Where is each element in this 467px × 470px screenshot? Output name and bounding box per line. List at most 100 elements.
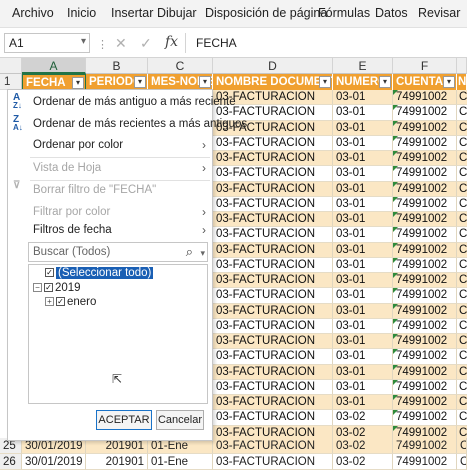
row-number[interactable]: 26 (0, 454, 22, 470)
table-cell[interactable]: 03-01 (333, 151, 393, 167)
table-cell[interactable]: 03-FACTURACION (213, 364, 333, 380)
menu-item-sort-by-color[interactable]: Ordenar por color › (8, 135, 212, 155)
menu-item-sort-descending[interactable]: Z A↓ Ordenar de más recientes a más antig… (8, 114, 247, 134)
header-cell-truncated[interactable]: N (457, 74, 467, 90)
table-cell[interactable]: 03-01 (333, 181, 393, 197)
tab-disposicion[interactable]: Disposición de página (205, 6, 327, 20)
table-cell[interactable]: 74991002 (393, 318, 457, 334)
table-cell[interactable]: 03-FACTURACION (213, 242, 333, 258)
filter-dropdown-icon[interactable]: ▾ (319, 76, 331, 88)
tab-inicio[interactable]: Inicio (67, 6, 96, 20)
header-cell-mes-nombre[interactable]: MES-NOMB ▾ (148, 74, 213, 90)
header-cell-fecha[interactable]: FECHA ▾ (22, 74, 86, 90)
table-cell[interactable]: 03-FACTURACION (213, 318, 333, 334)
header-cell-numero[interactable]: NUMERO ▾ (333, 74, 393, 90)
table-cell[interactable]: CO (457, 166, 467, 182)
table-cell[interactable]: 74991002 (393, 303, 457, 319)
filter-dropdown-icon[interactable]: ▾ (199, 76, 211, 88)
table-cell[interactable]: 74991002 (393, 227, 457, 243)
table-cell[interactable]: CO (457, 303, 467, 319)
tab-datos[interactable]: Datos (375, 6, 408, 20)
header-cell-cuenta[interactable]: CUENTA ▾ (393, 74, 457, 90)
column-header-a[interactable]: A (22, 58, 86, 74)
filter-dropdown-icon[interactable]: ▾ (72, 77, 84, 89)
table-cell[interactable]: 03-FACTURACION (213, 135, 333, 151)
filter-dropdown-icon[interactable]: ▾ (134, 76, 146, 88)
menu-item-sort-ascending[interactable]: A Z↓ Ordenar de más antiguo a más recient… (8, 92, 236, 112)
menu-item-date-filters[interactable]: Filtros de fecha › (8, 220, 212, 240)
chevron-down-icon[interactable]: ▾ (200, 244, 205, 262)
table-cell[interactable]: 74991002 (393, 212, 457, 228)
table-cell[interactable]: 03-01 (333, 364, 393, 380)
table-cell[interactable]: 74991002 (393, 438, 457, 454)
table-cell[interactable]: 03-01 (333, 120, 393, 136)
tab-revisar[interactable]: Revisar (418, 6, 460, 20)
table-cell[interactable]: CO (457, 135, 467, 151)
insert-function-icon[interactable]: fx (165, 34, 178, 50)
cancel-entry-icon[interactable]: ✕ (115, 35, 127, 52)
select-all-corner[interactable] (0, 58, 22, 74)
column-header-b[interactable]: B (86, 58, 148, 74)
chevron-down-icon[interactable]: ▾ (81, 36, 86, 47)
column-header-e[interactable]: E (333, 58, 393, 74)
table-cell[interactable]: 03-01 (333, 318, 393, 334)
table-cell[interactable]: 03-FACTURACION (213, 349, 333, 365)
table-cell[interactable]: 74991002 (393, 151, 457, 167)
table-cell[interactable]: CO (457, 181, 467, 197)
table-cell[interactable]: 03-01 (333, 257, 393, 273)
tab-formulas[interactable]: Fórmulas (318, 6, 370, 20)
table-cell[interactable]: 03-FACTURACION (213, 166, 333, 182)
table-cell[interactable]: 74991002 (393, 120, 457, 136)
checkbox-checked[interactable]: ✓ (45, 268, 54, 278)
table-cell[interactable]: 03-01 (333, 196, 393, 212)
filter-search-input[interactable]: Buscar (Todos) ⌕ ▾ (28, 242, 208, 262)
table-cell[interactable]: CO (457, 227, 467, 243)
checkbox-checked[interactable]: ✓ (44, 283, 53, 293)
table-cell[interactable]: 03-FACTURACION (213, 379, 333, 395)
table-cell[interactable]: CO (457, 273, 467, 289)
table-cell[interactable]: 74991002 (393, 395, 457, 411)
table-cell[interactable]: CO (457, 349, 467, 365)
table-cell[interactable]: CO (457, 90, 467, 106)
table-cell[interactable]: 03-01 (333, 90, 393, 106)
table-cell[interactable]: 03-02 (333, 438, 393, 454)
table-cell[interactable]: 01-Ene (148, 454, 213, 470)
tree-item-month[interactable]: + ✓ enero (45, 296, 96, 309)
table-cell[interactable]: 03-01 (333, 303, 393, 319)
table-cell[interactable]: 03-FACTURACION (213, 151, 333, 167)
table-cell[interactable]: CO (457, 364, 467, 380)
table-cell[interactable]: 74991002 (393, 273, 457, 289)
table-cell[interactable]: 03-FACTURACION (213, 273, 333, 289)
column-header-g[interactable] (457, 58, 467, 74)
tab-dibujar[interactable]: Dibujar (157, 6, 197, 20)
table-cell[interactable]: 03-FACTURACION (213, 334, 333, 350)
table-cell[interactable]: CO (457, 105, 467, 121)
table-cell[interactable]: CO (457, 212, 467, 228)
table-cell[interactable]: 03-FACTURACION (213, 181, 333, 197)
table-cell[interactable]: CO (457, 379, 467, 395)
table-cell[interactable]: 03-FACTURACION (213, 410, 333, 426)
checkbox-checked[interactable]: ✓ (56, 297, 65, 307)
row-number[interactable]: 1 (0, 74, 22, 90)
column-header-c[interactable]: C (148, 58, 213, 74)
collapse-icon[interactable]: − (33, 283, 42, 293)
table-cell[interactable]: 03-01 (333, 334, 393, 350)
table-cell[interactable]: 74991002 (393, 454, 457, 470)
table-cell[interactable]: 03-FACTURACION (213, 303, 333, 319)
table-cell[interactable]: CO (457, 242, 467, 258)
table-cell[interactable]: 74991002 (393, 379, 457, 395)
table-cell[interactable]: CO (457, 196, 467, 212)
table-cell[interactable]: 74991002 (393, 196, 457, 212)
tab-insertar[interactable]: Insertar (111, 6, 153, 20)
tree-item-year[interactable]: − ✓ 2019 (33, 282, 81, 295)
table-cell[interactable]: 74991002 (393, 349, 457, 365)
table-cell[interactable]: CO (457, 120, 467, 136)
column-header-f[interactable]: F (393, 58, 457, 74)
table-cell[interactable]: 74991002 (393, 364, 457, 380)
formula-input[interactable]: FECHA (196, 36, 237, 50)
table-cell[interactable]: 03-FACTURACION (213, 212, 333, 228)
table-cell[interactable]: 03-01 (333, 379, 393, 395)
table-cell[interactable]: 03-01 (333, 349, 393, 365)
expand-icon[interactable]: + (45, 297, 54, 307)
table-cell[interactable]: 03-FACTURACION (213, 454, 333, 470)
